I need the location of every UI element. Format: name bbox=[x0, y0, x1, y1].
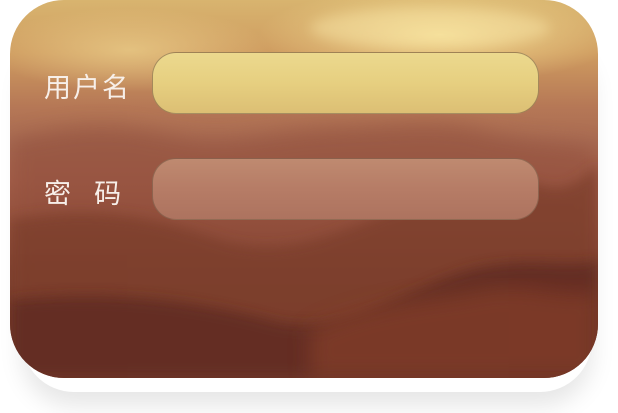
password-label: 密 码 bbox=[44, 179, 124, 210]
username-input[interactable] bbox=[152, 52, 539, 114]
login-panel-stage: 用户名 密 码 bbox=[0, 0, 618, 413]
username-label: 用户名 bbox=[44, 73, 131, 104]
sun-glow bbox=[310, 8, 550, 48]
password-input[interactable] bbox=[152, 158, 539, 220]
